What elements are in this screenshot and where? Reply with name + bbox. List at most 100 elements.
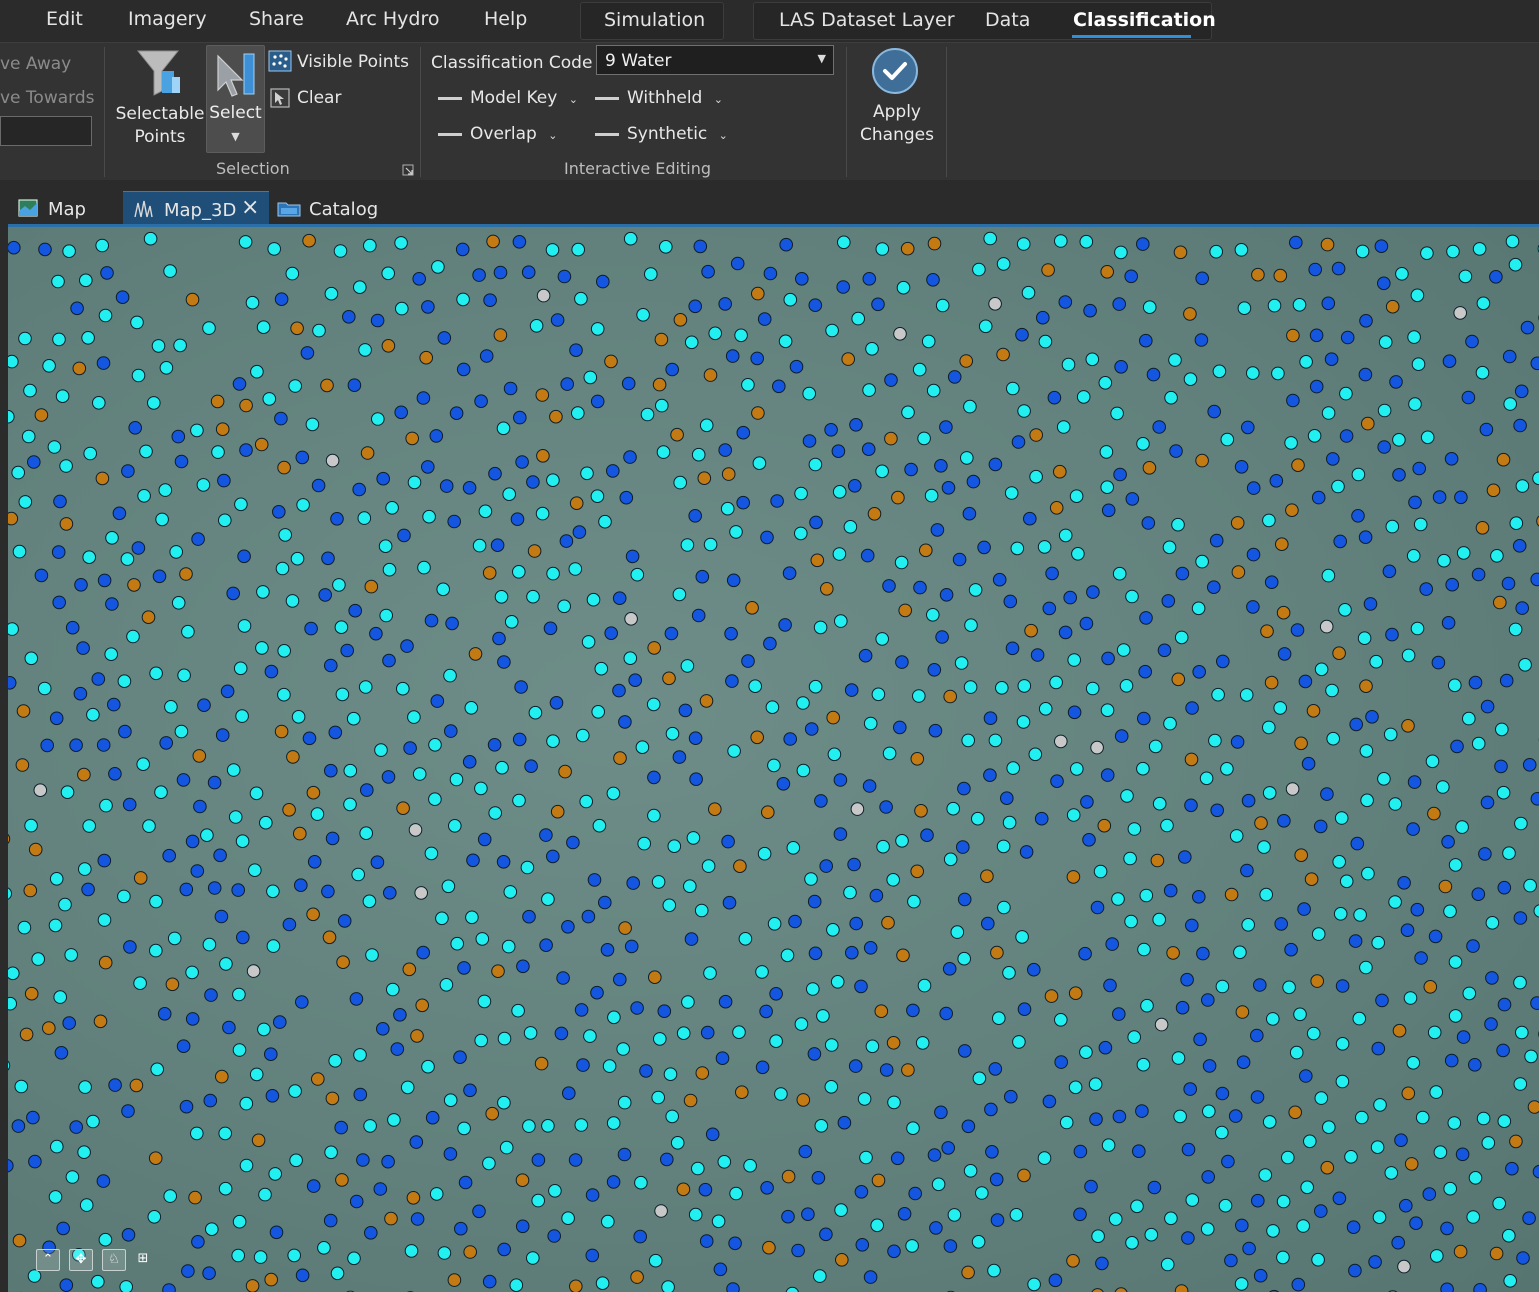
dialog-launcher-icon[interactable]	[402, 164, 414, 176]
las-point-blue	[988, 1062, 1003, 1076]
las-point-blue	[819, 1227, 833, 1242]
las-point-blue	[295, 450, 310, 465]
las-point-orange	[1404, 1157, 1419, 1171]
model-key-toggle[interactable]: Model Key ⌄	[438, 88, 578, 108]
las-point-orange	[1320, 1160, 1335, 1175]
grid-icon[interactable]: ⊞	[134, 1249, 152, 1271]
las-point-blue	[1082, 833, 1096, 847]
las-point-cyan	[1010, 541, 1025, 556]
synthetic-toggle[interactable]: Synthetic ⌄	[595, 124, 728, 144]
las-point-blue	[604, 626, 619, 641]
tab-las-dataset-layer[interactable]: LAS Dataset Layer	[779, 9, 955, 31]
tab-map-3d[interactable]: Map_3D ×	[123, 191, 269, 226]
las-point-blue	[207, 775, 222, 790]
menu-help[interactable]: Help	[484, 8, 527, 30]
walk-icon[interactable]: ♘	[102, 1249, 126, 1271]
las-point-blue	[108, 1078, 122, 1092]
las-point-cyan	[119, 1280, 133, 1292]
navigate-up-icon[interactable]: ⌃	[36, 1249, 60, 1271]
las-point-blue	[1048, 1273, 1063, 1288]
menu-arc-hydro[interactable]: Arc Hydro	[346, 8, 440, 30]
las-point-blue	[1221, 1154, 1235, 1169]
las-point-cyan	[738, 932, 753, 946]
las-point-blue	[370, 855, 385, 870]
las-point-blue	[811, 1171, 826, 1185]
las-point-blue	[1246, 481, 1261, 495]
las-point-blue	[1139, 333, 1153, 348]
selectable-points-button[interactable]: Selectable Points	[112, 47, 208, 149]
las-point-blue	[53, 494, 67, 509]
las-point-cyan	[703, 537, 718, 552]
las-point-cyan	[832, 547, 847, 561]
las-point-cyan	[832, 485, 847, 499]
menu-share[interactable]: Share	[249, 8, 304, 30]
las-point-cyan	[708, 326, 723, 341]
tab-data[interactable]: Data	[985, 9, 1030, 31]
menu-imagery[interactable]: Imagery	[128, 8, 207, 30]
las-point-cyan	[1185, 1193, 1200, 1207]
las-point-blue	[1202, 1059, 1217, 1073]
las-point-cyan	[488, 806, 503, 820]
las-point-blue	[1101, 503, 1116, 518]
las-point-blue	[1478, 847, 1492, 861]
tab-simulation[interactable]: Simulation	[604, 9, 705, 31]
las-point-cyan	[1339, 874, 1354, 889]
las-point-blue	[512, 235, 527, 249]
menu-edit[interactable]: Edit	[46, 8, 83, 30]
las-point-blue	[69, 1120, 83, 1134]
tab-catalog[interactable]: Catalog	[275, 191, 385, 225]
las-point-blue	[1146, 367, 1161, 382]
las-point-cyan	[475, 932, 490, 946]
las-point-blue	[1152, 420, 1166, 434]
las-point-cyan	[1017, 679, 1032, 693]
las-point-cyan	[727, 744, 741, 758]
las-point-cyan	[961, 733, 976, 748]
las-point-cyan	[871, 687, 886, 702]
full-extent-icon[interactable]: ✥	[69, 1249, 93, 1271]
las-point-cyan	[1333, 907, 1348, 921]
las-point-blue	[510, 512, 525, 527]
las-point-cyan	[81, 331, 95, 345]
move-away-button[interactable]: ve Away	[0, 54, 71, 74]
las-point-orange	[264, 1272, 279, 1287]
select-button[interactable]: Select ▼	[206, 45, 265, 153]
clear-button[interactable]: Clear	[297, 88, 341, 108]
las-point-cyan	[1140, 998, 1154, 1013]
las-point-blue	[1471, 567, 1486, 582]
menu-bar: Edit Imagery Share Arc Hydro Help Simula…	[0, 0, 1539, 42]
las-point-orange	[239, 398, 253, 413]
las-point-blue	[190, 864, 205, 878]
close-icon[interactable]: ×	[241, 195, 259, 220]
las-point-cyan	[287, 1248, 302, 1263]
las-point-cyan	[813, 1269, 827, 1283]
las-point-cyan	[561, 1211, 575, 1226]
las-point-cyan	[382, 562, 397, 577]
las-point-blue	[1399, 1198, 1413, 1213]
withheld-toggle[interactable]: Withheld ⌄	[595, 88, 723, 108]
las-point-orange	[1320, 237, 1335, 252]
classification-code-select[interactable]: 9 Water ▼	[596, 45, 834, 75]
las-point-orange	[127, 578, 141, 592]
las-point-orange	[493, 328, 508, 342]
overlap-toggle[interactable]: Overlap ⌄	[438, 124, 557, 144]
las-point-cyan	[1152, 796, 1167, 811]
las-point-cyan	[529, 319, 544, 333]
las-point-blue	[1455, 1147, 1470, 1162]
las-point-cyan	[1377, 403, 1392, 418]
las-point-cyan	[1475, 365, 1490, 380]
las-point-cyan	[1372, 1210, 1387, 1225]
map-3d-view[interactable]: ⌃ ✥ ♘ ⊞	[8, 227, 1539, 1292]
move-towards-button[interactable]: ve Towards	[0, 88, 94, 108]
las-point-cyan	[1119, 679, 1134, 693]
tab-classification[interactable]: Classification	[1073, 9, 1216, 31]
las-point-blue	[1136, 237, 1150, 251]
las-point-blue	[833, 773, 848, 787]
las-point-cyan	[1532, 471, 1539, 486]
distance-input[interactable]	[0, 116, 92, 146]
visible-points-button[interactable]: Visible Points	[297, 52, 409, 72]
las-point-cyan	[324, 1145, 338, 1160]
tab-map[interactable]: Map	[12, 191, 108, 225]
las-point-cyan	[557, 599, 572, 614]
las-point-orange	[23, 883, 38, 898]
las-point-blue	[893, 720, 907, 735]
